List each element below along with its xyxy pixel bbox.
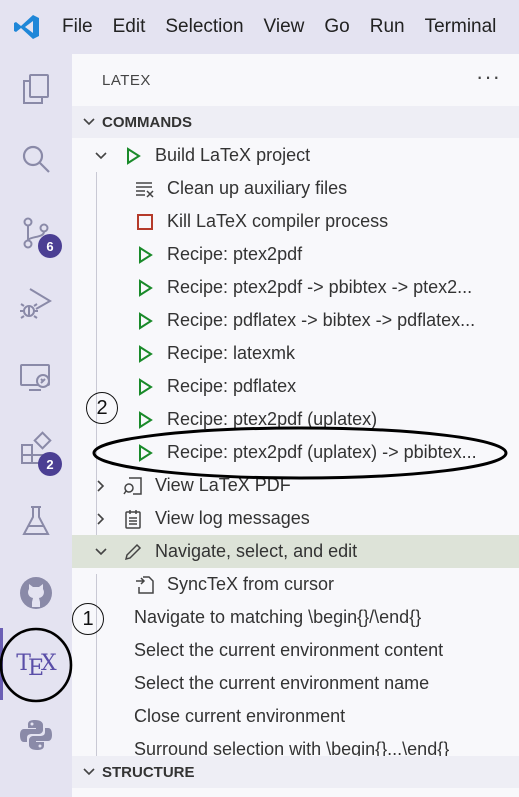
play-icon xyxy=(134,343,156,365)
tree-item-select-content[interactable]: Select the current environment content xyxy=(72,634,519,667)
tree-item-build[interactable]: Build LaTeX project xyxy=(72,139,519,172)
menu-view[interactable]: View xyxy=(254,0,315,54)
go-to-file-icon xyxy=(134,574,156,596)
latex-sidebar: LATEX ··· COMMANDS Build LaTeX project C… xyxy=(72,54,519,797)
open-preview-icon xyxy=(122,475,144,497)
tree-item-label: Recipe: pdflatex xyxy=(167,376,297,396)
tree-item-recipe[interactable]: Recipe: ptex2pdf -> pbibtex -> ptex2... xyxy=(72,271,519,304)
testing-icon[interactable] xyxy=(0,488,72,554)
edit-pencil-icon xyxy=(122,541,144,563)
search-icon[interactable] xyxy=(0,126,72,192)
annotation-marker-1: 1 xyxy=(72,603,104,635)
extensions-badge: 2 xyxy=(38,452,62,476)
tree-item-label: Recipe: pdflatex -> bibtex -> pdflatex..… xyxy=(167,310,476,330)
menu-terminal[interactable]: Terminal xyxy=(415,0,507,54)
github-icon[interactable] xyxy=(0,560,72,626)
extensions-icon[interactable]: 2 xyxy=(0,416,72,482)
more-actions-icon[interactable]: ··· xyxy=(476,64,501,90)
python-icon[interactable] xyxy=(0,702,72,768)
chevron-right-icon xyxy=(94,479,108,493)
tree-item-label: Recipe: ptex2pdf xyxy=(167,244,303,264)
chevron-down-icon xyxy=(94,545,108,559)
tree-item-recipe[interactable]: Recipe: ptex2pdf xyxy=(72,238,519,271)
menu-bar: File Edit Selection View Go Run Terminal xyxy=(0,0,519,54)
play-icon xyxy=(134,310,156,332)
menu-go[interactable]: Go xyxy=(314,0,359,54)
source-control-badge: 6 xyxy=(38,234,62,258)
tree-item-view-pdf[interactable]: View LaTeX PDF xyxy=(72,469,519,502)
chevron-right-icon xyxy=(94,512,108,526)
chevron-down-icon xyxy=(82,115,96,129)
tree-item-label: Clean up auxiliary files xyxy=(167,178,348,198)
remote-explorer-icon[interactable] xyxy=(0,344,72,410)
tree-item-recipe[interactable]: Recipe: ptex2pdf (uplatex) xyxy=(72,403,519,436)
source-control-icon[interactable]: 6 xyxy=(0,200,72,266)
play-icon xyxy=(122,145,144,167)
output-log-icon xyxy=(122,508,144,530)
structure-header-label: STRUCTURE xyxy=(102,763,195,781)
tree-item-recipe[interactable]: Recipe: pdflatex -> bibtex -> pdflatex..… xyxy=(72,304,519,337)
tree-item-label: Recipe: ptex2pdf (uplatex) -> pbibtex... xyxy=(167,442,477,462)
commands-section-header[interactable]: COMMANDS xyxy=(72,106,519,138)
tree-item-recipe[interactable]: Recipe: pdflatex xyxy=(72,370,519,403)
stop-icon xyxy=(134,211,156,233)
tree-item-label: Build LaTeX project xyxy=(155,145,311,165)
play-icon xyxy=(134,442,156,464)
tree-item-synctex[interactable]: SyncTeX from cursor xyxy=(72,568,519,601)
structure-section-header[interactable]: STRUCTURE xyxy=(72,756,519,788)
explorer-icon[interactable] xyxy=(0,56,72,122)
tree-item-label: Select the current environment content xyxy=(134,640,444,660)
clear-all-icon xyxy=(134,178,156,200)
play-icon xyxy=(134,409,156,431)
tree-item-recipe[interactable]: Recipe: latexmk xyxy=(72,337,519,370)
play-icon xyxy=(134,277,156,299)
sidebar-title: LATEX xyxy=(102,72,151,89)
commands-header-label: COMMANDS xyxy=(102,113,192,131)
tree-item-kill[interactable]: Kill LaTeX compiler process xyxy=(72,205,519,238)
chevron-down-icon xyxy=(94,149,108,163)
tree-item-close-env[interactable]: Close current environment xyxy=(72,700,519,733)
tree-item-label: SyncTeX from cursor xyxy=(167,574,335,594)
tree-item-label: Select the current environment name xyxy=(134,673,430,693)
tree-item-label: Navigate, select, and edit xyxy=(155,541,358,561)
tree-item-view-log[interactable]: View log messages xyxy=(72,502,519,535)
tree-item-label: Recipe: ptex2pdf (uplatex) xyxy=(167,409,378,429)
tree-item-label: Recipe: ptex2pdf -> pbibtex -> ptex2... xyxy=(167,277,473,297)
activity-bar: 6 2 TEX xyxy=(0,54,72,797)
annotation-marker-2: 2 xyxy=(86,392,118,424)
menu-run[interactable]: Run xyxy=(360,0,415,54)
run-debug-icon[interactable] xyxy=(0,270,72,336)
play-icon xyxy=(134,244,156,266)
tree-item-navigate-matching[interactable]: Navigate to matching \begin{}/\end{} xyxy=(72,601,519,634)
play-icon xyxy=(134,376,156,398)
menu-selection[interactable]: Selection xyxy=(155,0,253,54)
tree-item-recipe[interactable]: Recipe: ptex2pdf (uplatex) -> pbibtex... xyxy=(72,436,519,469)
tree-item-label: Recipe: latexmk xyxy=(167,343,296,363)
menu-edit[interactable]: Edit xyxy=(103,0,156,54)
tree-item-label: Navigate to matching \begin{}/\end{} xyxy=(134,607,422,627)
tree-item-clean[interactable]: Clean up auxiliary files xyxy=(72,172,519,205)
tree-item-navigate[interactable]: Navigate, select, and edit xyxy=(72,535,519,568)
tree-item-label: View LaTeX PDF xyxy=(155,475,291,495)
tree-item-label: Kill LaTeX compiler process xyxy=(167,211,389,231)
vscode-logo-icon[interactable] xyxy=(0,0,54,54)
tree-item-select-name[interactable]: Select the current environment name xyxy=(72,667,519,700)
tex-icon[interactable]: TEX xyxy=(0,630,72,696)
tree-item-label: Close current environment xyxy=(134,706,346,726)
tree-item-label: View log messages xyxy=(155,508,310,528)
menu-file[interactable]: File xyxy=(54,0,103,54)
chevron-down-icon xyxy=(82,765,96,779)
